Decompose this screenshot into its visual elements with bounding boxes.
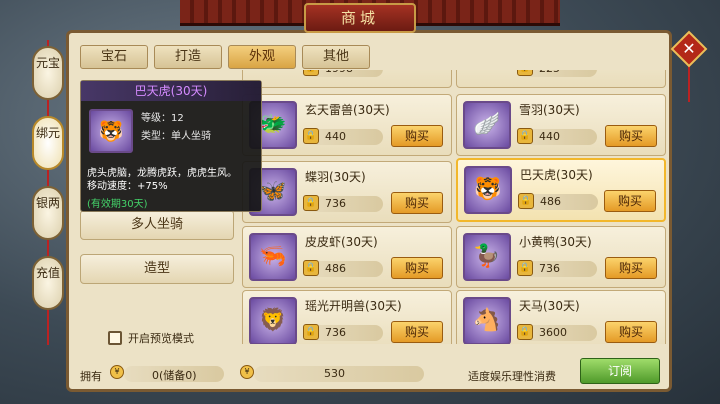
item-card[interactable]: 🐲 玄天雷兽(30天) 🔒 440 购买 (242, 94, 452, 156)
item-card[interactable]: 🪽 雪羽(30天) 🔒 440 购买 (456, 94, 666, 156)
item-price: 486 (540, 195, 561, 208)
item-name: 瑶光开明兽(30天) (305, 299, 402, 313)
tab-appearance[interactable]: 外观 (228, 45, 296, 69)
ribbon-decoration (688, 62, 690, 102)
lock-icon: 🔒 (517, 70, 533, 76)
notice-text: 适度娱乐理性消费 (468, 370, 556, 383)
style-button[interactable]: 造型 (80, 254, 234, 284)
multi-mount-button[interactable]: 多人坐骑 (80, 210, 234, 240)
own-label: 拥有 (80, 370, 102, 383)
price-bar: 🔒 736 (303, 195, 383, 212)
item-card[interactable]: 🦐 皮皮虾(30天) 🔒 486 购买 (242, 226, 452, 288)
item-price: 736 (539, 262, 560, 275)
item-card[interactable]: 🦆 小黄鸭(30天) 🔒 736 购买 (456, 226, 666, 288)
pegasus-icon: 🐴 (463, 297, 511, 344)
buy-button[interactable]: 购买 (604, 190, 656, 212)
item-price: 736 (325, 197, 346, 210)
tiger-icon: 🐯 (89, 109, 133, 153)
item-price: 486 (325, 262, 346, 275)
item-price: 1998 (325, 70, 353, 77)
price-bar: 🔒 440 (303, 128, 383, 145)
price-bar: 🔒 225 (517, 70, 597, 77)
snow-wing-icon: 🪽 (463, 101, 511, 149)
item-name: 蝶羽(30天) (305, 170, 366, 184)
item-name: 小黄鸭(30天) (519, 235, 592, 249)
gold-slot: ¥ 0(储备0) (110, 365, 224, 382)
tab-other[interactable]: 其他 (302, 45, 370, 69)
buy-button[interactable]: 购买 (391, 321, 443, 343)
item-card[interactable]: 🦋 蝶羽(30天) 🔒 736 购买 (242, 161, 452, 223)
side-tab-yuanbao[interactable]: 元宝 (32, 46, 64, 100)
item-card[interactable]: 🔒 225 (456, 70, 666, 88)
tooltip-description: 虎头虎脑，龙腾虎跃，虎虎生风。 移动速度：+75% (87, 168, 237, 192)
tab-forge[interactable]: 打造 (154, 45, 222, 69)
lock-icon: 🔒 (517, 128, 533, 144)
lock-icon: 🔒 (517, 324, 533, 340)
gold-ingot-icon: ¥ (110, 365, 124, 379)
buy-button[interactable]: 购买 (391, 257, 443, 279)
item-grid: 🔒1998 🔒225 🐲 玄天雷兽(30天) 🔒440 购买 🪽 雪羽(30天)… (238, 70, 666, 344)
side-tab-silver[interactable]: 银两 (32, 186, 64, 240)
buy-button[interactable]: 购买 (391, 192, 443, 214)
item-price: 225 (539, 70, 560, 77)
close-icon: ✕ (682, 39, 696, 58)
item-name: 皮皮虾(30天) (305, 235, 378, 249)
tooltip-level: 等级：12 (141, 113, 184, 124)
buy-button[interactable]: 购买 (605, 257, 657, 279)
tab-gem[interactable]: 宝石 (80, 45, 148, 69)
side-tab-bound-yuanbao[interactable]: 绑元 (32, 116, 64, 170)
tooltip-validity: (有效期30天) (87, 199, 148, 210)
window-title: 商城 (304, 3, 416, 33)
price-bar: 🔒 3600 (517, 324, 597, 341)
lock-icon: 🔒 (303, 70, 319, 76)
price-bar: 🔒 736 (303, 324, 383, 341)
item-card[interactable]: 🐴 天马(30天) 🔒 3600 购买 (456, 290, 666, 344)
price-bar: 🔒 486 (518, 193, 598, 210)
gold-amount: 0(储备0) (152, 369, 197, 382)
item-name: 巴天虎(30天) (520, 168, 593, 182)
buy-button[interactable]: 购买 (391, 125, 443, 147)
item-name: 天马(30天) (519, 299, 580, 313)
preview-checkbox[interactable] (108, 331, 122, 345)
item-card[interactable]: 🔒 1998 (242, 70, 452, 88)
lock-icon: 🔒 (303, 324, 319, 340)
side-tab-recharge[interactable]: 充值 (32, 256, 64, 310)
price-bar: 🔒 736 (517, 260, 597, 277)
preview-label: 开启预览模式 (128, 332, 194, 345)
item-card[interactable]: 🦁 瑶光开明兽(30天) 🔒 736 购买 (242, 290, 452, 344)
lock-icon: 🔒 (518, 193, 534, 209)
item-name: 玄天雷兽(30天) (305, 103, 390, 117)
buy-button[interactable]: 购买 (605, 125, 657, 147)
item-name: 雪羽(30天) (519, 103, 580, 117)
preview-toggle[interactable]: 开启预览模式 (108, 330, 194, 346)
tooltip-type: 类型：单人坐骑 (141, 131, 211, 142)
white-beast-icon: 🦁 (249, 297, 297, 344)
bound-amount: 530 (324, 367, 345, 380)
item-price: 736 (325, 326, 346, 339)
item-card-selected[interactable]: 🐯 巴天虎(30天) 🔒 486 购买 (456, 158, 666, 222)
item-tooltip: 巴天虎(30天) 🐯 等级：12 类型：单人坐骑 虎头虎脑，龙腾虎跃，虎虎生风。… (80, 80, 262, 212)
item-price: 3600 (539, 326, 567, 339)
lock-icon: 🔒 (303, 128, 319, 144)
bound-slot: ¥ 530 (240, 365, 424, 382)
price-bar: 🔒 1998 (303, 70, 383, 77)
item-price: 440 (539, 130, 560, 143)
subscribe-button[interactable]: 订阅 (580, 358, 660, 384)
buy-button[interactable]: 购买 (605, 321, 657, 343)
lock-icon: 🔒 (303, 260, 319, 276)
shrimp-icon: 🦐 (249, 233, 297, 281)
tooltip-title: 巴天虎(30天) (81, 81, 261, 101)
bound-gold-icon: ¥ (240, 365, 254, 379)
category-tabs: 宝石 打造 外观 其他 (80, 45, 370, 69)
price-bar: 🔒 486 (303, 260, 383, 277)
price-bar: 🔒 440 (517, 128, 597, 145)
duck-icon: 🦆 (463, 233, 511, 281)
lock-icon: 🔒 (303, 195, 319, 211)
item-price: 440 (325, 130, 346, 143)
tiger-icon: 🐯 (464, 166, 512, 214)
lock-icon: 🔒 (517, 260, 533, 276)
